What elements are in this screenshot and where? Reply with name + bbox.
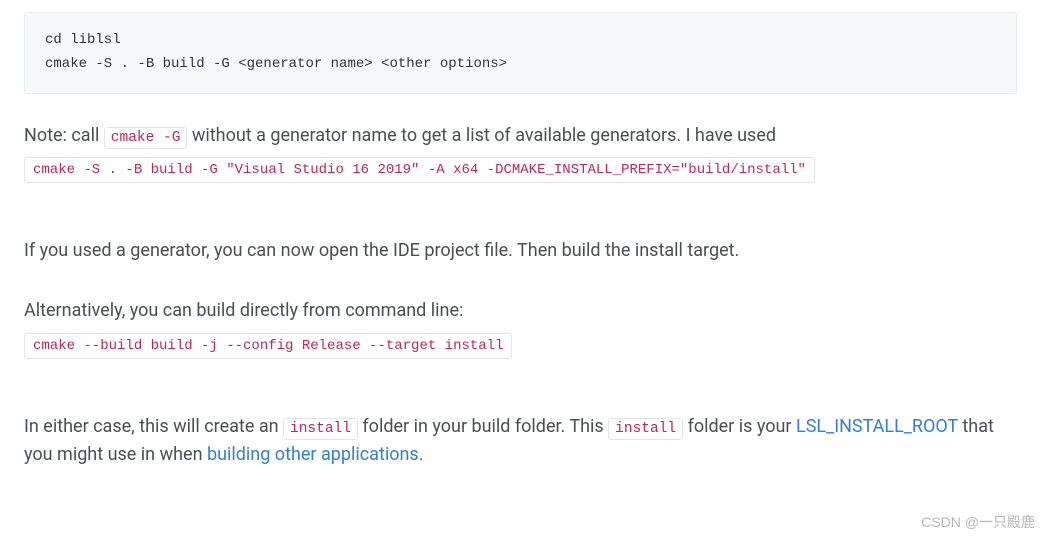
note-paragraph: Note: call cmake -G without a generator … [24, 122, 1017, 150]
text-segment: In either case, this will create an [24, 416, 283, 437]
watermark: CSDN @一只殿鹿 [921, 512, 1035, 532]
text-segment: folder is your [688, 416, 796, 437]
text-segment: folder in your build folder. This [362, 416, 608, 437]
note-text-prefix: Note: call [24, 125, 104, 146]
inline-code-install-2: install [608, 418, 683, 440]
inline-code-cmake-g: cmake -G [104, 127, 188, 149]
link-building-other-apps[interactable]: building other applications. [207, 444, 423, 465]
inline-code-install-1: install [283, 418, 358, 440]
inline-code-cmake-vs[interactable]: cmake -S . -B build -G "Visual Studio 16… [24, 157, 815, 183]
inline-code-cmake-build[interactable]: cmake --build build -j --config Release … [24, 333, 512, 359]
alt-paragraph: Alternatively, you can build directly fr… [24, 297, 1017, 325]
note-text-suffix: without a generator name to get a list o… [192, 125, 776, 146]
code-block-setup[interactable]: cd liblsl cmake -S . -B build -G <genera… [24, 12, 1017, 94]
link-lsl-install-root[interactable]: LSL_INSTALL_ROOT [796, 416, 958, 437]
install-paragraph: In either case, this will create an inst… [24, 413, 1017, 469]
document-content: cd liblsl cmake -S . -B build -G <genera… [0, 12, 1041, 469]
ide-paragraph: If you used a generator, you can now ope… [24, 237, 1017, 265]
